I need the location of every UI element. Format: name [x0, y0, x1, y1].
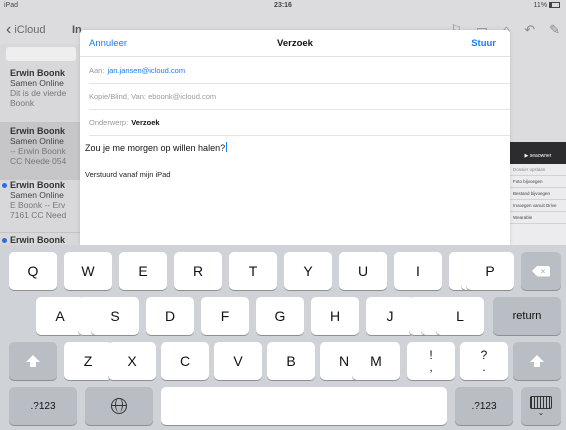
key-f[interactable]: F [201, 297, 249, 335]
status-bar: iPad 23:16 11% [0, 0, 566, 12]
keyboard-dismiss-icon: ⌄ [530, 395, 552, 417]
preview-line: Boonk [10, 98, 35, 108]
list-item[interactable]: Erwin Boonk Samen Online E Boonk -- Erv … [0, 180, 80, 220]
preview-line: 7161 CC Need [10, 210, 67, 220]
search-field[interactable] [6, 47, 76, 61]
preview-line: Dit is de vierde [10, 88, 67, 98]
share-option[interactable]: Bestand bijvoegen [510, 188, 566, 200]
key-l[interactable]: L [436, 297, 484, 335]
divider [0, 232, 80, 233]
dismiss-keyboard-key[interactable]: ⌄ [521, 387, 561, 425]
share-panel: ▶ seaowner Dossier opslaan Foto bijvoege… [510, 142, 566, 245]
return-key[interactable]: return [493, 297, 561, 335]
key-question-period[interactable]: ?. [460, 342, 508, 380]
back-label: iCloud [14, 24, 46, 36]
sender: Erwin Boonk [10, 68, 66, 78]
key-v[interactable]: V [214, 342, 262, 380]
reply-icon[interactable]: ↶ [524, 22, 535, 38]
key-t[interactable]: T [229, 252, 277, 290]
subject-value: Verzoek [131, 118, 160, 127]
list-item[interactable]: Erwin Boonk Samen Online Dit is de vierd… [0, 68, 80, 108]
key-bottom-char: . [482, 360, 486, 374]
preview-line: E Boonk -- Erv [10, 200, 66, 210]
to-recipient[interactable]: jan.jansen@icloud.com [107, 66, 185, 75]
share-option[interactable]: Invoegen vanuit Drive [510, 200, 566, 212]
backspace-icon: × [532, 265, 550, 277]
text-cursor [226, 142, 228, 152]
preview-line: Samen Online [10, 78, 64, 88]
send-button[interactable]: Stuur [471, 38, 496, 49]
divider [0, 177, 80, 178]
key-h[interactable]: H [311, 297, 359, 335]
mail-list: Erwin Boonk Samen Online Dit is de vierd… [0, 44, 80, 245]
compose-header: Annuleer Verzoek Stuur [80, 30, 510, 57]
globe-key[interactable] [85, 387, 153, 425]
share-option[interactable]: Foto bijvoegen [510, 176, 566, 188]
battery-indicator: 11% [534, 2, 560, 9]
key-d[interactable]: D [146, 297, 194, 335]
key-s[interactable]: S [91, 297, 139, 335]
preview-line: -- Erwin Boonk [10, 146, 66, 156]
key-b[interactable]: B [267, 342, 315, 380]
list-item[interactable]: Erwin Boonk Samen Online -- Erwin Boonk … [0, 123, 80, 180]
unread-dot-icon [2, 238, 7, 243]
numbers-key-left[interactable]: .?123 [9, 387, 77, 425]
subject-label: Onderwerp: [89, 118, 129, 127]
key-z[interactable]: Z [64, 342, 112, 380]
clock: 23:16 [274, 2, 292, 9]
shift-key-left[interactable] [9, 342, 57, 380]
back-button[interactable]: ‹ iCloud [6, 21, 46, 38]
key-j[interactable]: J [366, 297, 414, 335]
key-w[interactable]: W [64, 252, 112, 290]
space-key[interactable] [161, 387, 447, 425]
shift-icon [26, 354, 40, 367]
share-panel-title: ▶ seaowner [524, 153, 552, 159]
sender: Erwin Boonk [10, 126, 66, 136]
globe-icon [111, 398, 127, 414]
subject-field[interactable]: Onderwerp: Verzoek [89, 109, 510, 136]
key-e[interactable]: E [119, 252, 167, 290]
shift-icon [530, 354, 544, 367]
backspace-key[interactable]: × [521, 252, 561, 290]
message-body[interactable]: Zou je me morgen op willen halen? [85, 142, 228, 153]
compose-title: Verzoek [277, 38, 313, 49]
key-c[interactable]: C [161, 342, 209, 380]
share-option[interactable]: Dossier opslaan [510, 164, 566, 176]
numbers-key-right[interactable]: .?123 [455, 387, 513, 425]
key-exclamation-comma[interactable]: !, [407, 342, 455, 380]
preview-line: Samen Online [10, 136, 64, 146]
key-a[interactable]: A [36, 297, 84, 335]
key-bottom-char: , [429, 360, 433, 374]
key-m[interactable]: M [352, 342, 400, 380]
key-r[interactable]: R [174, 252, 222, 290]
keyboard: Q W E R T Y U I O P × A S D F G H J K [0, 245, 566, 430]
unread-dot-icon [2, 183, 7, 188]
body-text: Zou je me morgen op willen halen? [85, 143, 226, 153]
key-g[interactable]: G [256, 297, 304, 335]
battery-percent: 11% [533, 2, 548, 9]
key-x[interactable]: X [108, 342, 156, 380]
sender: Erwin Boonk [10, 180, 66, 190]
compose-sheet: Annuleer Verzoek Stuur Aan: jan.jansen@ic… [80, 30, 510, 245]
to-label: Aan: [89, 66, 105, 75]
key-y[interactable]: Y [284, 252, 332, 290]
preview-line: Samen Online [10, 190, 64, 200]
share-option[interactable]: Wearable [510, 212, 566, 224]
key-p[interactable]: P [466, 252, 514, 290]
compose-icon[interactable]: ✎ [549, 22, 560, 38]
chevron-left-icon: ‹ [6, 21, 12, 38]
sender: Erwin Boonk [10, 235, 66, 245]
signature: Verstuurd vanaf mijn iPad [85, 170, 171, 179]
key-i[interactable]: I [394, 252, 442, 290]
cc-bcc-from-label: Kopie/Blind, Van: eboonk@icloud.com [89, 92, 217, 101]
list-item[interactable]: Erwin Boonk [0, 235, 80, 245]
key-u[interactable]: U [339, 252, 387, 290]
preview-line: CC Neede 054 [10, 156, 67, 166]
cc-bcc-from-field[interactable]: Kopie/Blind, Van: eboonk@icloud.com [89, 83, 510, 110]
share-panel-header: ▶ seaowner [510, 142, 566, 164]
shift-key-right[interactable] [513, 342, 561, 380]
key-q[interactable]: Q [9, 252, 57, 290]
battery-icon [549, 2, 560, 9]
to-field[interactable]: Aan: jan.jansen@icloud.com [89, 57, 510, 84]
